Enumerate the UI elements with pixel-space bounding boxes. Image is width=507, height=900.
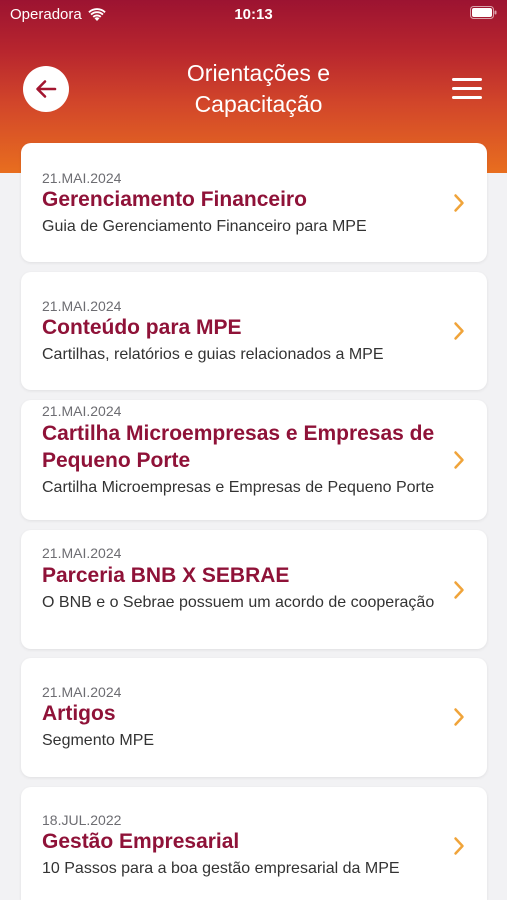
hamburger-icon-bar <box>452 87 482 90</box>
back-button[interactable] <box>23 66 69 112</box>
item-description: Cartilhas, relatórios e guias relacionad… <box>42 346 384 363</box>
item-description: O BNB e o Sebrae possuem um acordo de co… <box>42 594 435 611</box>
item-date: 18.JUL.2022 <box>42 812 122 828</box>
page-title-line2: Capacitação <box>194 91 323 117</box>
item-description: Cartilha Microempresas e Empresas de Peq… <box>42 479 435 496</box>
status-time: 10:13 <box>234 6 273 23</box>
item-title: Cartilha Microempresas e Empresas de Peq… <box>42 422 435 472</box>
list-item[interactable]: 21.MAI.2024 Artigos Segmento MPE <box>21 658 487 777</box>
item-title: Parceria BNB X SEBRAE <box>42 564 290 587</box>
item-title: Gestão Empresarial <box>42 830 240 853</box>
chevron-right-icon <box>454 708 464 726</box>
menu-button[interactable] <box>452 78 482 100</box>
list-item[interactable]: 21.MAI.2024 Cartilha Microempresas e Emp… <box>21 400 487 520</box>
navigation-bar: Orientações e Capacitação <box>0 55 507 125</box>
list-item[interactable]: 21.MAI.2024 Gerenciamento Financeiro Gui… <box>21 143 487 262</box>
hamburger-icon <box>452 78 482 81</box>
page-title: Orientações e Capacitação <box>120 58 397 120</box>
item-description: Segmento MPE <box>42 732 155 749</box>
battery-icon <box>470 6 497 19</box>
item-title: Artigos <box>42 702 116 725</box>
item-title: Gerenciamento Financeiro <box>42 188 307 211</box>
item-date: 21.MAI.2024 <box>42 684 122 700</box>
item-title: Conteúdo para MPE <box>42 316 242 339</box>
chevron-right-icon <box>454 194 464 212</box>
item-description: 10 Passos para a boa gestão empresarial … <box>42 860 400 877</box>
list-item[interactable]: 21.MAI.2024 Conteúdo para MPE Cartilhas,… <box>21 272 487 390</box>
list-item[interactable]: 18.JUL.2022 Gestão Empresarial 10 Passos… <box>21 787 487 900</box>
arrow-left-icon <box>36 80 57 98</box>
item-date: 21.MAI.2024 <box>42 403 122 419</box>
item-date: 21.MAI.2024 <box>42 170 122 186</box>
status-bar: Operadora 10:13 <box>0 0 507 30</box>
chevron-right-icon <box>454 322 464 340</box>
page-title-line1: Orientações e <box>186 60 331 86</box>
chevron-right-icon <box>454 581 464 599</box>
chevron-right-icon <box>454 451 464 469</box>
item-description: Guia de Gerenciamento Financeiro para MP… <box>42 218 367 235</box>
item-date: 21.MAI.2024 <box>42 545 122 561</box>
item-date: 21.MAI.2024 <box>42 298 122 314</box>
list-item[interactable]: 21.MAI.2024 Parceria BNB X SEBRAE O BNB … <box>21 530 487 649</box>
hamburger-icon-bar <box>452 96 482 99</box>
chevron-right-icon <box>454 837 464 855</box>
